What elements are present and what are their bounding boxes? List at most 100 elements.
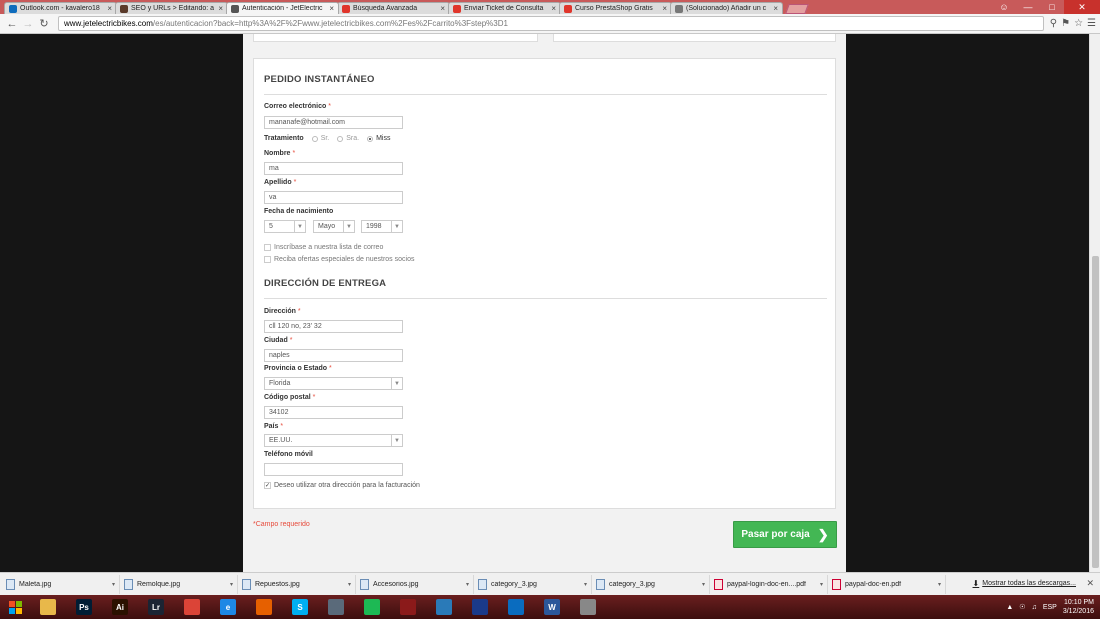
postcode-label: Código postal * — [264, 394, 316, 401]
close-tab-icon[interactable]: × — [551, 4, 556, 13]
chevron-down-icon[interactable]: ▾ — [938, 581, 941, 588]
browser-tab[interactable]: SEO y URLs > Editando: a × — [115, 2, 228, 14]
city-label: Ciudad * — [264, 337, 293, 344]
zoom-icon[interactable]: ⚲ — [1050, 18, 1057, 29]
start-button[interactable] — [0, 595, 30, 619]
browser-tab[interactable]: Búsqueda Avanzada × — [337, 2, 450, 14]
skype-icon[interactable]: S — [282, 596, 318, 618]
chevron-down-icon[interactable]: ▾ — [230, 581, 233, 588]
taskbar-app-glyph — [328, 599, 344, 615]
tab-title: Autenticación - JetElectric — [242, 5, 323, 12]
browser-tab[interactable]: Enviar Ticket de Consulta × — [448, 2, 561, 14]
address-field[interactable]: cll 120 no, 23' 32 — [264, 320, 403, 333]
divider — [264, 94, 827, 95]
chevron-down-icon[interactable]: ▾ — [820, 581, 823, 588]
chevron-down-icon[interactable]: ▾ — [112, 581, 115, 588]
language-indicator[interactable]: ESP — [1043, 604, 1057, 611]
user-icon[interactable]: ☺ — [992, 0, 1016, 14]
download-item[interactable]: Remolque.jpg ▾ — [120, 574, 238, 594]
ie-icon[interactable]: e — [210, 596, 246, 618]
volume-icon[interactable]: ♫ — [1032, 604, 1037, 611]
state-label: Provincia o Estado * — [264, 365, 332, 372]
location-icon[interactable]: ⚑ — [1061, 18, 1070, 29]
firefox-icon[interactable] — [246, 596, 282, 618]
download-item[interactable]: Maleta.jpg ▾ — [2, 574, 120, 594]
radio-sr[interactable]: Sr. — [311, 135, 329, 142]
country-select[interactable]: EE.UU. ▼ — [264, 434, 403, 447]
city-field[interactable]: naples — [264, 349, 403, 362]
network-icon[interactable] — [570, 596, 606, 618]
radio-sra[interactable]: Sra. — [337, 135, 359, 142]
word-icon[interactable]: W — [534, 596, 570, 618]
app-icon[interactable] — [390, 596, 426, 618]
close-tab-icon[interactable]: × — [662, 4, 667, 13]
minimize-button[interactable]: — — [1016, 0, 1040, 14]
mail-icon — [9, 4, 17, 13]
close-shelf-icon[interactable]: ✕ — [1086, 578, 1094, 589]
forward-button[interactable]: → — [20, 16, 36, 32]
close-tab-icon[interactable]: × — [440, 4, 445, 13]
sync-icon[interactable] — [498, 596, 534, 618]
file-explorer-icon[interactable] — [30, 596, 66, 618]
download-item[interactable]: Accesorios.jpg ▾ — [356, 574, 474, 594]
clock-date: 3/12/2016 — [1062, 608, 1094, 615]
browser-tab[interactable]: Outlook.com - kavalero18 × — [4, 2, 117, 14]
back-button[interactable]: ← — [4, 16, 20, 32]
show-all-downloads-link[interactable]: ⬇ Mostrar todas las descargas... — [973, 579, 1076, 588]
page-scrollbar[interactable] — [1089, 34, 1100, 572]
scrollbar-thumb[interactable] — [1092, 256, 1099, 568]
birth-month-select[interactable]: Mayo ▼ — [313, 220, 355, 233]
newsletter-checkbox[interactable]: Inscríbase a nuestra lista de correo — [264, 244, 383, 251]
close-window-button[interactable]: ✕ — [1064, 0, 1100, 14]
firstname-field[interactable]: ma — [264, 162, 403, 175]
optin-checkbox[interactable]: Reciba ofertas especiales de nuestros so… — [264, 256, 414, 263]
spotify-icon[interactable] — [354, 596, 390, 618]
email-field[interactable]: mananafe@hotmail.com — [264, 116, 403, 129]
download-item[interactable]: paypal-doc-en.pdf ▾ — [828, 574, 946, 594]
new-tab-button[interactable] — [785, 4, 809, 14]
close-tab-icon[interactable]: × — [329, 4, 334, 13]
download-item[interactable]: Repuestos.jpg ▾ — [238, 574, 356, 594]
lightroom-icon[interactable]: Lr — [138, 596, 174, 618]
browser-tab[interactable]: (Solucionado) Añadir un c × — [670, 2, 783, 14]
browser-tab[interactable]: Curso PrestaShop Gratis × — [559, 2, 672, 14]
tray-arrow-icon[interactable]: ▲ — [1006, 604, 1013, 611]
udemy-icon — [564, 4, 572, 13]
state-select[interactable]: Florida ▼ — [264, 377, 403, 390]
reload-button[interactable]: ↻ — [36, 16, 52, 32]
menu-icon[interactable]: ☰ — [1087, 18, 1096, 29]
bookmark-star-icon[interactable]: ☆ — [1074, 18, 1083, 29]
clock[interactable]: 10:10 PM 3/12/2016 — [1063, 598, 1094, 616]
checkout-button[interactable]: Pasar por caja ❯ — [733, 521, 837, 548]
download-item[interactable]: category_3.jpg ▾ — [592, 574, 710, 594]
chevron-down-icon[interactable]: ▾ — [584, 581, 587, 588]
close-tab-icon[interactable]: × — [773, 4, 778, 13]
device-icon[interactable] — [318, 596, 354, 618]
chevron-down-icon[interactable]: ▾ — [348, 581, 351, 588]
download-item[interactable]: category_3.jpg ▾ — [474, 574, 592, 594]
chrome-icon[interactable] — [174, 596, 210, 618]
crown-icon[interactable] — [462, 596, 498, 618]
postcode-field[interactable]: 34102 — [264, 406, 403, 419]
close-tab-icon[interactable]: × — [107, 4, 112, 13]
browser-tab[interactable]: Autenticación - JetElectric × — [226, 2, 339, 14]
chevron-down-icon[interactable]: ▾ — [702, 581, 705, 588]
target-icon[interactable] — [426, 596, 462, 618]
download-item[interactable]: paypal-login-doc-en....pdf ▾ — [710, 574, 828, 594]
illustrator-icon[interactable]: Ai — [102, 596, 138, 618]
invoice-address-checkbox[interactable]: ✓ Deseo utilizar otra dirección para la f… — [264, 482, 420, 489]
tab-title: Curso PrestaShop Gratis — [575, 5, 653, 12]
birth-year-select[interactable]: 1998 ▼ — [361, 220, 403, 233]
close-tab-icon[interactable]: × — [218, 4, 223, 13]
lastname-field[interactable]: va — [264, 191, 403, 204]
photoshop-icon[interactable]: Ps — [66, 596, 102, 618]
radio-miss[interactable]: Miss — [367, 135, 390, 142]
chevron-down-icon[interactable]: ▾ — [466, 581, 469, 588]
phone-field[interactable] — [264, 463, 403, 476]
chevron-down-icon: ▼ — [391, 435, 402, 446]
address-bar[interactable]: www.jetelectricbikes.com/es/autenticacio… — [58, 16, 1044, 31]
network-status-icon[interactable]: ☉ — [1019, 603, 1025, 611]
system-tray: ▲ ☉ ♫ ESP 10:10 PM 3/12/2016 — [1006, 595, 1094, 619]
birth-day-select[interactable]: 5 ▼ — [264, 220, 306, 233]
maximize-button[interactable]: □ — [1040, 0, 1064, 14]
